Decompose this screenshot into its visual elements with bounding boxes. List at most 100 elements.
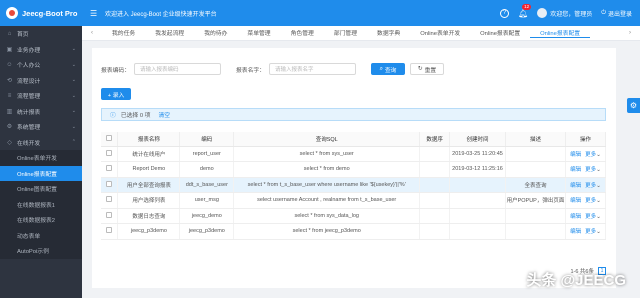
- report-code-input[interactable]: 请输入报表编码: [134, 63, 221, 75]
- user-greeting[interactable]: 欢迎您，管理员: [550, 9, 592, 18]
- tab-scroll-left-icon[interactable]: ‹: [82, 30, 102, 36]
- settings-gear-icon[interactable]: ⚙: [627, 98, 640, 113]
- cell-actions: 编辑 更多⌄: [565, 192, 607, 209]
- table-row[interactable]: 用户选择列表 user_msg select username Account …: [101, 192, 607, 209]
- row-checkbox[interactable]: [106, 180, 113, 187]
- app-logo[interactable]: Jeecg-Boot Pro: [0, 0, 82, 26]
- cell-time: [449, 208, 506, 224]
- bell-icon[interactable]: 🔔︎ 12: [518, 3, 532, 18]
- select-all-cell[interactable]: [101, 132, 119, 147]
- cell-order: [419, 146, 451, 162]
- sidebar-sub-item-active[interactable]: Online报表配置: [0, 165, 82, 181]
- more-link[interactable]: 更多: [585, 198, 596, 204]
- sidebar-item-office[interactable]: ☺ 个人办公 ⌄: [0, 57, 82, 73]
- sidebar-item-system[interactable]: ⚙ 系统管理 ⌄: [0, 119, 82, 135]
- tab-dept-manage[interactable]: 部门管理: [324, 28, 367, 38]
- tab-my-tasks[interactable]: 我的任务: [102, 28, 145, 38]
- sidebar-item-flow-manage[interactable]: ≡ 流程管理 ⌄: [0, 88, 82, 104]
- avatar[interactable]: [537, 8, 548, 18]
- report-name-input[interactable]: 请输入报表名字: [269, 63, 356, 75]
- row-checkbox[interactable]: [106, 165, 113, 172]
- chevron-down-icon: ⌄: [596, 198, 601, 205]
- edit-link[interactable]: 编辑: [570, 198, 581, 204]
- add-button[interactable]: + 录入: [101, 88, 131, 100]
- more-link[interactable]: 更多: [585, 229, 596, 235]
- sidebar-item-online-dev[interactable]: ◇ 在线开发 ⌃: [0, 135, 82, 151]
- selection-count: 已选择 0 项: [120, 113, 151, 119]
- reset-button[interactable]: ↻ 重置: [410, 63, 444, 75]
- info-icon: ⓘ: [110, 113, 116, 119]
- menu-toggle-icon[interactable]: ☰: [90, 9, 99, 18]
- more-link[interactable]: 更多: [585, 167, 596, 173]
- cell-desc: [505, 146, 566, 162]
- sidebar-sub-item[interactable]: 在线数据报表1: [0, 196, 82, 212]
- briefcase-icon: ▣: [6, 46, 13, 53]
- tab-dictionary[interactable]: 数据字典: [367, 28, 410, 38]
- welcome-text: 欢迎进入 Jeecg-Boot 企业级快速开发平台: [105, 11, 217, 18]
- sidebar-item-business[interactable]: ▣ 业务办理 ⌄: [0, 42, 82, 58]
- sidebar-sub-item[interactable]: Online表单开发: [0, 150, 82, 166]
- sidebar-sub-item[interactable]: Online图表配置: [0, 181, 82, 197]
- table-row[interactable]: jeecg_p3demo jeecg_p3demo select * from …: [101, 223, 607, 240]
- sidebar-item-flow-design[interactable]: ⟲ 流程设计 ⌄: [0, 73, 82, 89]
- clear-selection-link[interactable]: 清空: [158, 110, 170, 119]
- table-row[interactable]: Report Demo demo select * from demo 2019…: [101, 161, 607, 178]
- row-checkbox[interactable]: [106, 149, 113, 156]
- chevron-down-icon: ⌄: [71, 92, 76, 99]
- report-code-label: 报表编码：: [101, 67, 130, 74]
- edit-link[interactable]: 编辑: [570, 167, 581, 173]
- row-select-cell: [101, 208, 119, 224]
- tab-scroll-right-icon[interactable]: ›: [620, 30, 640, 36]
- sidebar-sub-item[interactable]: 在线数据报表2: [0, 212, 82, 228]
- chevron-down-icon: ⌄: [596, 167, 601, 174]
- column-header: 描述: [505, 132, 566, 147]
- edit-link[interactable]: 编辑: [570, 214, 581, 220]
- column-header: 查询SQL: [233, 132, 421, 147]
- tab-online-report[interactable]: Online报表配置: [470, 28, 530, 38]
- cell-name: 用户选择列表: [117, 192, 181, 209]
- cell-name: Report Demo: [117, 161, 181, 178]
- cell-order: [419, 192, 451, 209]
- gear-icon: ⚙: [6, 124, 13, 131]
- help-icon[interactable]: ?: [500, 8, 510, 18]
- more-link[interactable]: 更多: [585, 214, 596, 220]
- sidebar-sub-item[interactable]: AutoPoi示例: [0, 243, 82, 259]
- more-link[interactable]: 更多: [585, 152, 596, 158]
- tab-my-todo[interactable]: 我的待办: [194, 28, 237, 38]
- tab-menu-manage[interactable]: 菜单管理: [237, 28, 280, 38]
- tab-online-report-active[interactable]: Online报表配置: [530, 28, 591, 38]
- cell-sql: select * from demo: [233, 161, 421, 178]
- sidebar-item-home[interactable]: ⌂ 首页: [0, 26, 82, 42]
- edit-link[interactable]: 编辑: [570, 229, 581, 235]
- tab-my-started[interactable]: 我发起流程: [145, 28, 194, 38]
- chevron-down-icon: ⌄: [71, 46, 76, 53]
- selection-info-bar: ⓘ 已选择 0 项 清空: [101, 108, 606, 121]
- cell-code: report_user: [179, 146, 235, 162]
- sidebar-sub-item[interactable]: 动态表单: [0, 227, 82, 243]
- cell-actions: 编辑 更多⌄: [565, 161, 607, 178]
- cell-order: [419, 161, 451, 178]
- cell-order: [419, 208, 451, 224]
- select-all-checkbox[interactable]: [106, 134, 113, 141]
- chevron-down-icon: ⌄: [596, 151, 601, 158]
- logout-button[interactable]: ⏻ 退出登录: [601, 9, 632, 18]
- query-button[interactable]: ⌕ 查询: [371, 63, 405, 75]
- cell-name: 用户全部查询报表: [117, 177, 181, 193]
- row-checkbox[interactable]: [106, 227, 113, 234]
- tab-bar: ‹ 我的任务 我发起流程 我的待办 菜单管理 角色管理 部门管理 数据字典 On…: [82, 26, 640, 41]
- row-checkbox[interactable]: [106, 211, 113, 218]
- more-link[interactable]: 更多: [585, 183, 596, 189]
- sidebar-item-reports[interactable]: ▥ 统计报表 ⌄: [0, 104, 82, 120]
- tab-role-manage[interactable]: 角色管理: [281, 28, 324, 38]
- row-checkbox[interactable]: [106, 196, 113, 203]
- cell-code: demo: [179, 161, 235, 178]
- tab-list: 我的任务 我发起流程 我的待办 菜单管理 角色管理 部门管理 数据字典 Onli…: [102, 28, 620, 38]
- table-header-row: 报表名称 编码 查询SQL 数据序 创建时间 描述 操作: [101, 132, 607, 147]
- edit-link[interactable]: 编辑: [570, 183, 581, 189]
- tab-online-form[interactable]: Online表单开发: [410, 28, 470, 38]
- table-row-highlighted[interactable]: 用户全部查询报表 ddt_s_base_user select * from t…: [101, 177, 607, 193]
- cell-code: jeecg_demo: [179, 208, 235, 224]
- edit-link[interactable]: 编辑: [570, 152, 581, 158]
- table-row[interactable]: 数据日志查询 jeecg_demo select * from sys_data…: [101, 208, 607, 224]
- table-row[interactable]: 统计在线用户 report_user select * from sys_use…: [101, 146, 607, 162]
